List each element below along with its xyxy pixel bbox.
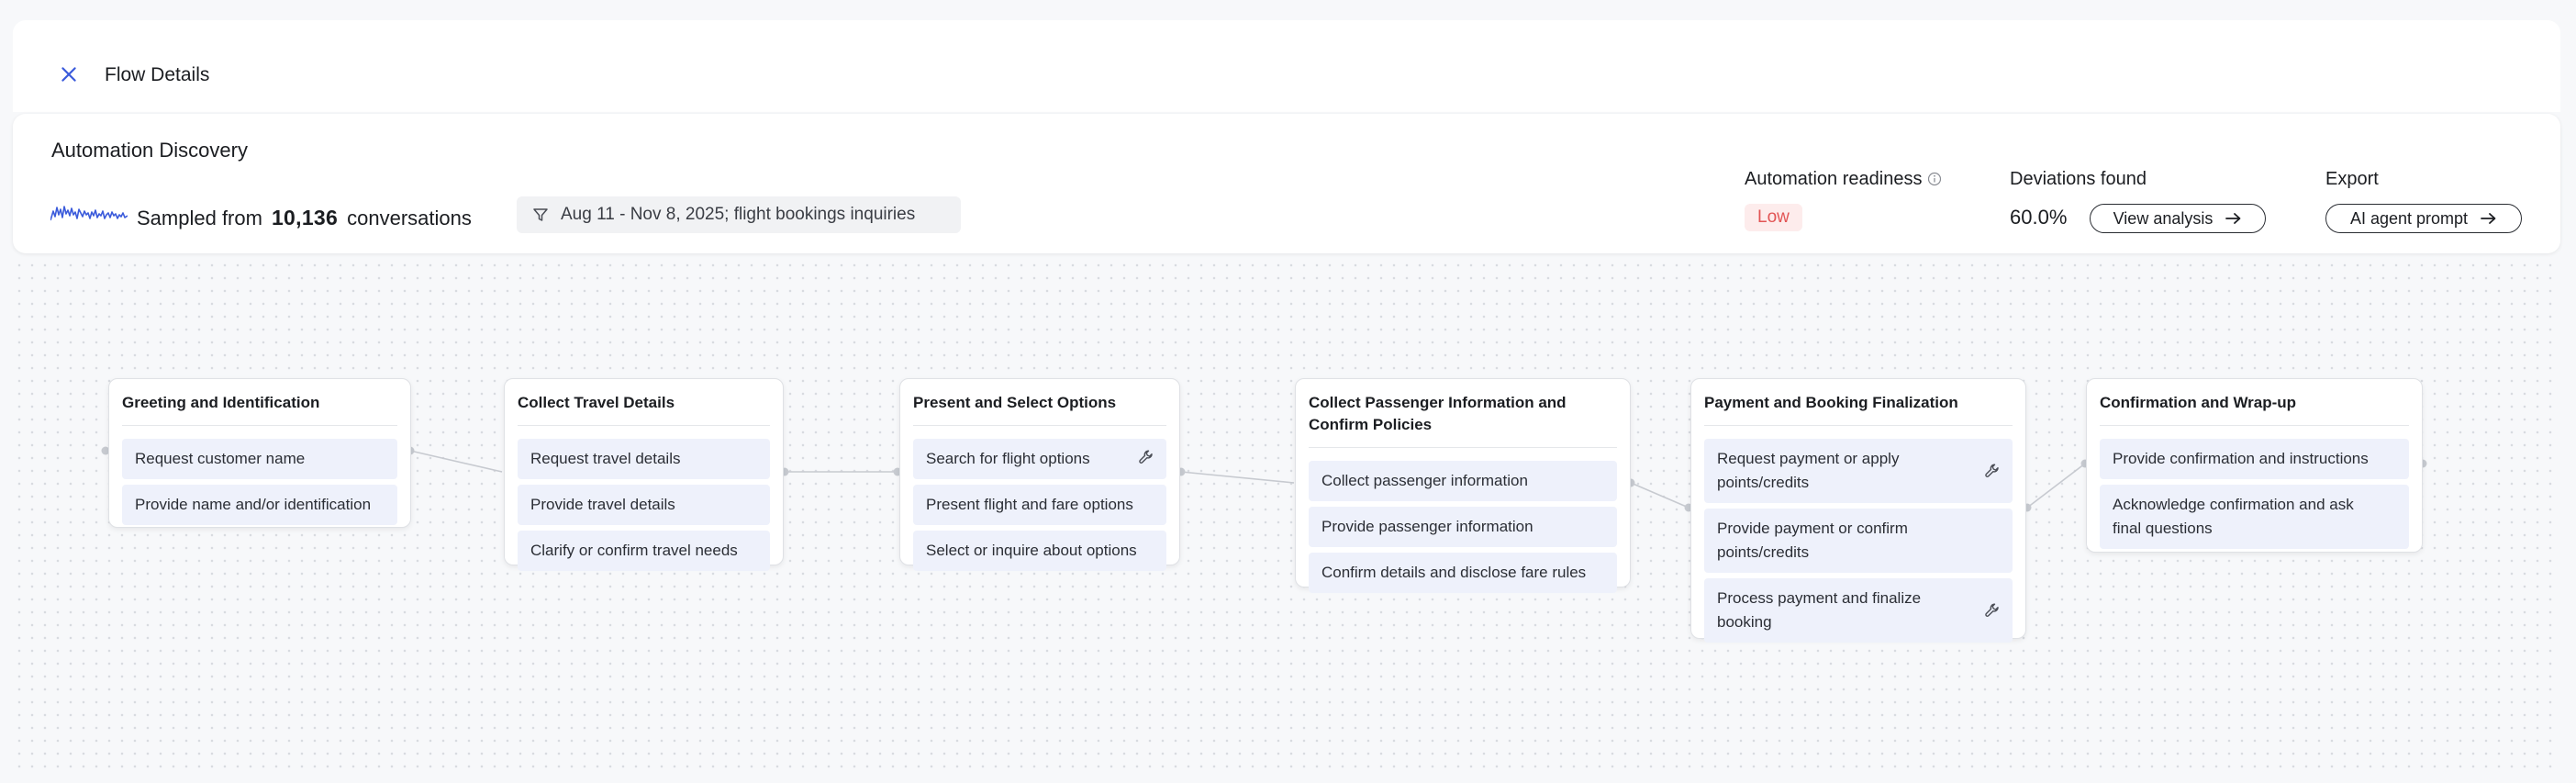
tool-icon: [1985, 603, 1999, 617]
step-item[interactable]: Provide name and/or identification: [122, 485, 397, 525]
step-item[interactable]: Clarify or confirm travel needs: [518, 531, 770, 571]
page-title: Flow Details: [105, 64, 210, 85]
step-label: Select or inquire about options: [926, 542, 1137, 559]
export-label: Export: [2325, 169, 2379, 189]
arrow-right-icon: [2481, 213, 2496, 224]
ai-agent-prompt-label: AI agent prompt: [2349, 208, 2469, 228]
step-item[interactable]: Request travel details: [518, 439, 770, 479]
node-title: Confirmation and Wrap-up: [2100, 392, 2409, 426]
flow-node-greeting[interactable]: Greeting and Identification Request cust…: [108, 378, 411, 528]
sparkline-chart-icon: [50, 206, 128, 221]
step-label: Confirm details and disclose fare rules: [1321, 564, 1587, 581]
tool-icon: [1139, 450, 1153, 464]
node-title: Collect Passenger Information and Confir…: [1309, 392, 1617, 448]
sampled-summary: Sampled from 10,136 conversations: [137, 206, 472, 230]
step-label: Request payment or apply points/credits: [1717, 450, 1900, 491]
step-label: Search for flight options: [926, 450, 1090, 467]
step-item[interactable]: Provide confirmation and instructions: [2100, 439, 2409, 479]
step-label: Process payment and finalize booking: [1717, 589, 1922, 631]
view-analysis-button[interactable]: View analysis: [2090, 204, 2266, 233]
flow-node-options[interactable]: Present and Select Options Search for fl…: [899, 378, 1180, 571]
header-bar: [13, 20, 2560, 112]
filter-text: Aug 11 - Nov 8, 2025; flight bookings in…: [561, 205, 916, 224]
tool-icon: [1985, 464, 1999, 477]
step-label: Request customer name: [135, 450, 306, 467]
step-item[interactable]: Provide passenger information: [1309, 507, 1617, 547]
step-label: Request travel details: [530, 450, 681, 467]
sampled-count: 10,136: [271, 206, 339, 229]
view-analysis-label: View analysis: [2113, 208, 2214, 228]
step-label: Acknowledge confirmation and ask final q…: [2113, 496, 2354, 537]
deviations-value: 60.0%: [2010, 206, 2068, 229]
node-title: Present and Select Options: [913, 392, 1166, 426]
close-icon: [61, 67, 76, 82]
step-label: Provide passenger information: [1321, 518, 1533, 535]
info-icon[interactable]: [1927, 172, 1942, 186]
ai-agent-prompt-button[interactable]: AI agent prompt: [2325, 204, 2522, 233]
step-label: Provide name and/or identification: [135, 496, 372, 513]
flow-node-confirmation[interactable]: Confirmation and Wrap-up Provide confirm…: [2086, 378, 2423, 553]
sampled-suffix: conversations: [347, 207, 472, 229]
flow-node-payment[interactable]: Payment and Booking Finalization Request…: [1690, 378, 2026, 643]
step-label: Clarify or confirm travel needs: [530, 542, 738, 559]
step-item[interactable]: Request payment or apply points/credits: [1704, 439, 2013, 503]
step-item[interactable]: Confirm details and disclose fare rules: [1309, 553, 1617, 593]
step-label: Provide travel details: [530, 496, 675, 513]
step-label: Collect passenger information: [1321, 472, 1528, 489]
step-item[interactable]: Search for flight options: [913, 439, 1166, 479]
step-item[interactable]: Provide payment or confirm points/credit…: [1704, 509, 2013, 573]
sampled-prefix: Sampled from: [137, 207, 262, 229]
step-item[interactable]: Acknowledge confirmation and ask final q…: [2100, 485, 2409, 549]
summary-title: Automation Discovery: [51, 139, 248, 162]
flow-node-passenger-info[interactable]: Collect Passenger Information and Confir…: [1295, 378, 1631, 593]
deviations-label: Deviations found: [2010, 169, 2147, 189]
arrow-right-icon: [2225, 213, 2241, 224]
step-label: Provide confirmation and instructions: [2113, 450, 2369, 467]
node-title: Payment and Booking Finalization: [1704, 392, 2013, 426]
readiness-label: Automation readiness: [1745, 169, 1923, 189]
step-item[interactable]: Select or inquire about options: [913, 531, 1166, 571]
step-item[interactable]: Provide travel details: [518, 485, 770, 525]
filter-chip[interactable]: Aug 11 - Nov 8, 2025; flight bookings in…: [517, 196, 961, 233]
step-item[interactable]: Present flight and fare options: [913, 485, 1166, 525]
node-title: Collect Travel Details: [518, 392, 770, 426]
step-label: Present flight and fare options: [926, 496, 1133, 513]
close-button[interactable]: [57, 62, 81, 86]
step-label: Provide payment or confirm points/credit…: [1717, 520, 1908, 561]
node-title: Greeting and Identification: [122, 392, 397, 426]
readiness-badge: Low: [1745, 204, 1802, 231]
flow-node-travel-details[interactable]: Collect Travel Details Request travel de…: [504, 378, 784, 571]
filter-icon: [533, 208, 548, 221]
step-item[interactable]: Collect passenger information: [1309, 461, 1617, 501]
step-item[interactable]: Process payment and finalize booking: [1704, 578, 2013, 643]
readiness-label-wrap: Automation readiness: [1745, 169, 1942, 190]
step-item[interactable]: Request customer name: [122, 439, 397, 479]
